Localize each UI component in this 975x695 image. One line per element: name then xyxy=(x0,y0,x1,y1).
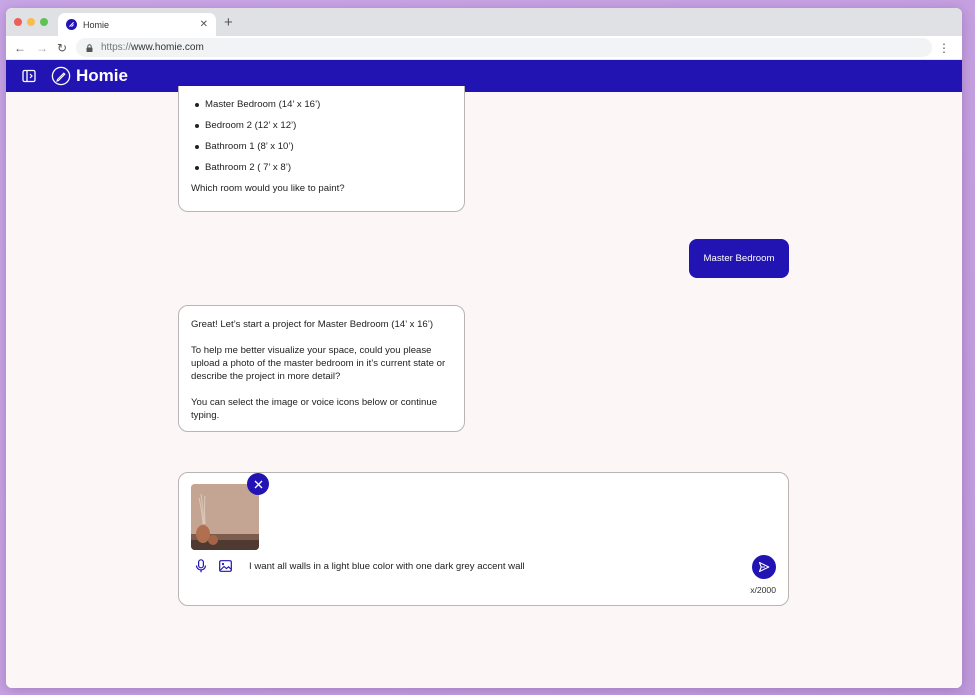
tab-title: Homie xyxy=(83,19,110,30)
assistant-paragraph: You can select the image or voice icons … xyxy=(191,397,438,421)
image-icon[interactable] xyxy=(219,560,232,572)
favicon-icon xyxy=(66,19,77,30)
attached-image-thumbnail[interactable] xyxy=(191,484,259,550)
url-scheme: https:// xyxy=(101,42,132,53)
user-message: Master Bedroom xyxy=(689,239,789,278)
close-icon xyxy=(254,480,262,488)
sidebar-toggle-icon[interactable] xyxy=(22,69,36,83)
chat-thread: Master Bedroom (14’ x 16’) Bedroom 2 (12… xyxy=(6,86,962,688)
forward-icon[interactable]: → xyxy=(36,40,48,56)
mic-icon[interactable] xyxy=(195,559,207,573)
browser-menu-icon[interactable]: ⋮ xyxy=(938,40,950,56)
assistant-message-rooms: Master Bedroom (14’ x 16’) Bedroom 2 (12… xyxy=(178,86,465,212)
window-minimize-dot[interactable] xyxy=(27,18,35,26)
browser-window: Homie ✕ + ← → ↻ https://www.homie.com ⋮ … xyxy=(6,8,962,688)
room-list-item: Bathroom 1 (8’ x 10’) xyxy=(191,140,452,153)
back-icon[interactable]: ← xyxy=(14,40,26,56)
message-input[interactable] xyxy=(249,559,739,573)
app-brand: Homie xyxy=(76,66,128,85)
tab-close-icon[interactable]: ✕ xyxy=(200,19,208,30)
reload-icon[interactable]: ↻ xyxy=(57,40,67,56)
room-list-item: Master Bedroom (14’ x 16’) xyxy=(191,98,452,111)
send-icon xyxy=(758,561,770,573)
browser-tab[interactable]: Homie ✕ xyxy=(58,13,216,36)
window-close-dot[interactable] xyxy=(14,18,22,26)
logo-icon xyxy=(51,66,71,86)
assistant-message-project: Great! Let’s start a project for Master … xyxy=(178,305,465,432)
address-bar-row: ← → ↻ https://www.homie.com ⋮ xyxy=(6,36,962,60)
assistant-paragraph: To help me better visualize your space, … xyxy=(191,345,446,382)
tab-strip: Homie ✕ + xyxy=(6,8,962,36)
app-header: Homie xyxy=(6,60,962,92)
assistant-question: Which room would you like to paint? xyxy=(191,183,345,194)
message-composer: x/2000 xyxy=(178,472,789,606)
url-text: https://www.homie.com xyxy=(101,42,204,53)
new-tab-icon[interactable]: + xyxy=(224,15,233,30)
room-list: Master Bedroom (14’ x 16’) Bedroom 2 (12… xyxy=(191,98,452,174)
assistant-paragraph: Great! Let’s start a project for Master … xyxy=(191,319,434,330)
character-count: x/2000 xyxy=(750,585,776,595)
lock-icon xyxy=(86,43,93,52)
send-button[interactable] xyxy=(752,555,776,579)
url-bar[interactable]: https://www.homie.com xyxy=(76,38,932,57)
remove-image-button[interactable] xyxy=(247,473,269,495)
room-list-item: Bedroom 2 (12’ x 12’) xyxy=(191,119,452,132)
window-zoom-dot[interactable] xyxy=(40,18,48,26)
url-host: www.homie.com xyxy=(131,42,204,53)
room-list-item: Bathroom 2 ( 7’ x 8’) xyxy=(191,161,452,174)
